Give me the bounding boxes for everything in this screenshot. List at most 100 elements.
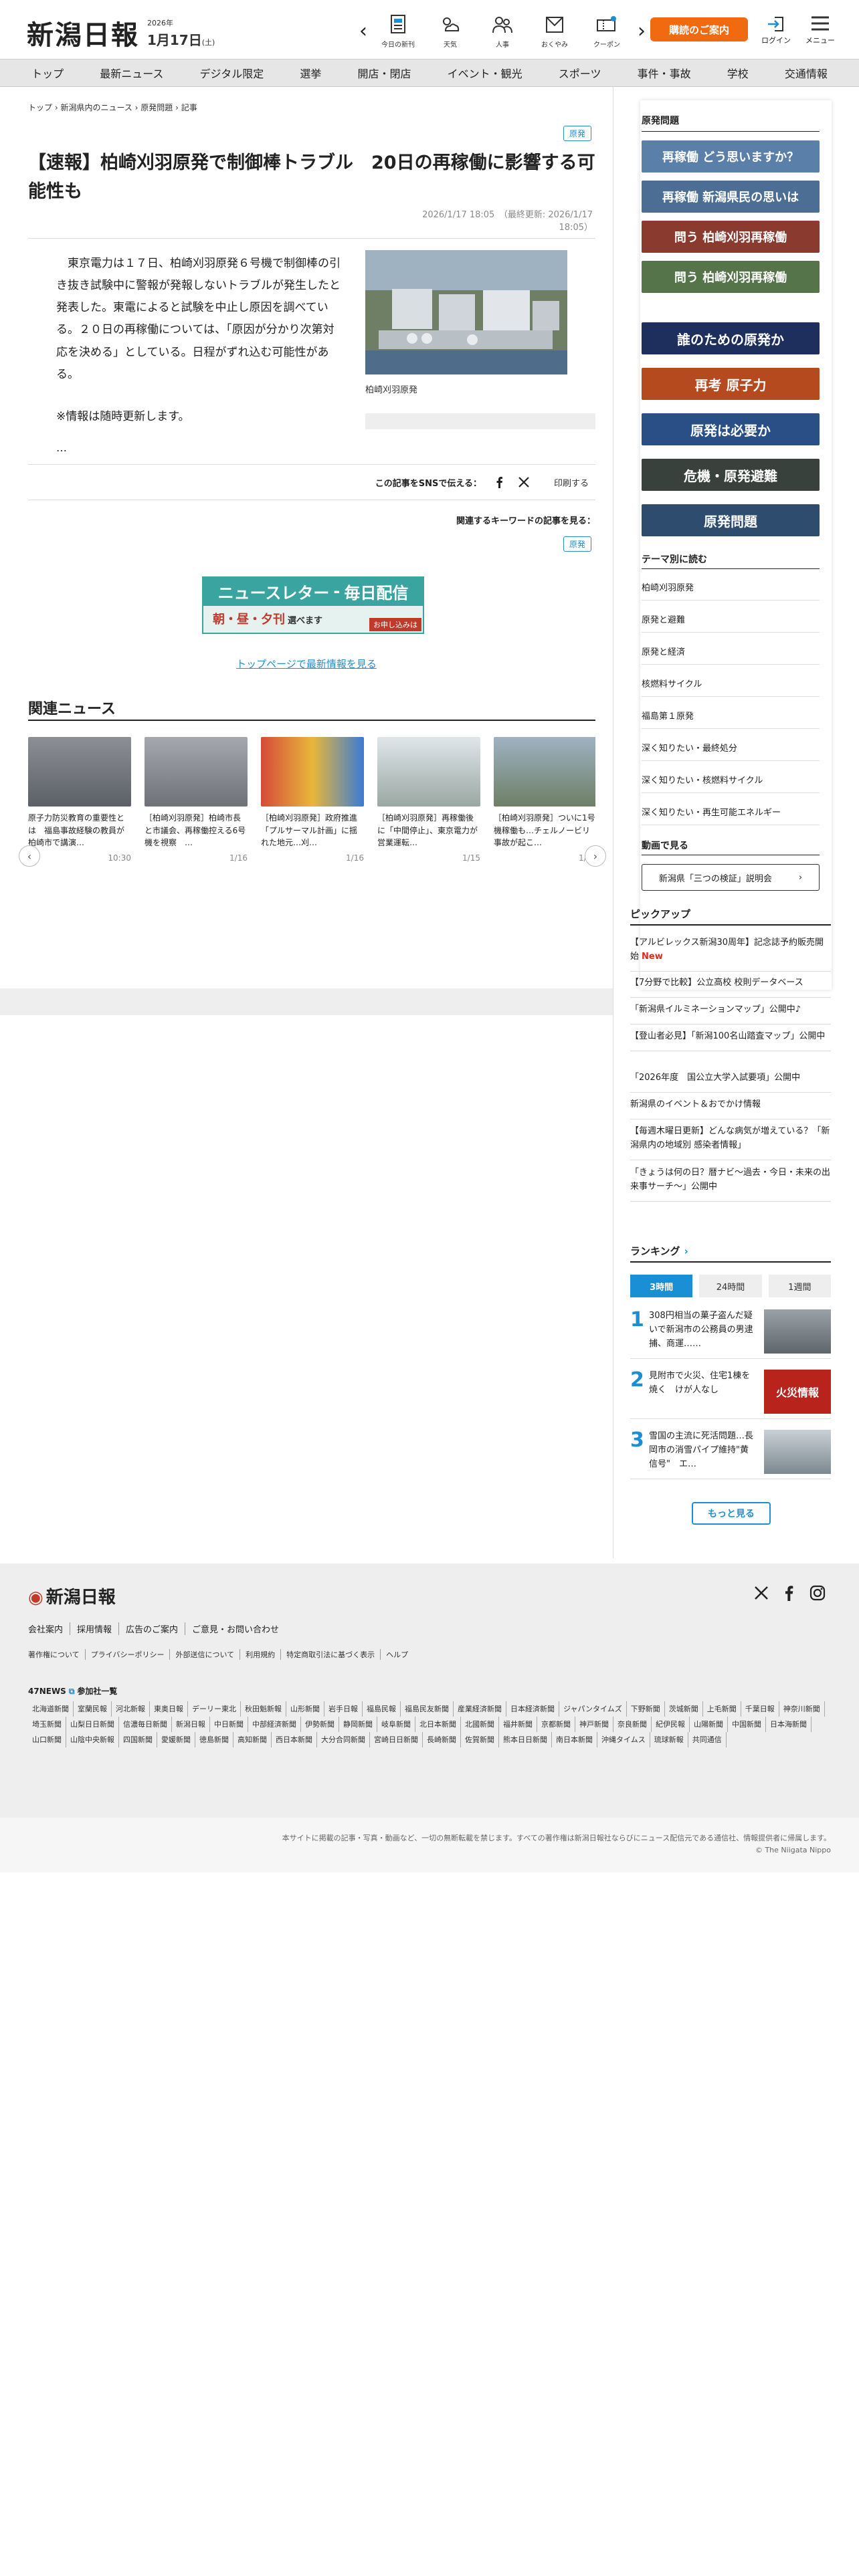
theme-item[interactable]: 核燃料サイクル: [642, 670, 820, 697]
article-photo[interactable]: [365, 250, 567, 374]
pickup-item[interactable]: 「きょうは何の日？暦ナビ～過去・今日・未来の出来事サーチ～」公開中: [630, 1160, 831, 1202]
theme-item[interactable]: 深く知りたい・再生可能エネルギー: [642, 798, 820, 825]
gnav-item-shops[interactable]: 開店・閉店: [357, 65, 411, 81]
footer-link[interactable]: プライバシーポリシー: [86, 1649, 171, 1660]
carousel-prev-button[interactable]: ‹: [19, 845, 40, 867]
gnav-item-incidents[interactable]: 事件・事故: [638, 65, 691, 81]
menu-button[interactable]: メニュー: [800, 13, 840, 45]
theme-item[interactable]: 原発と避難: [642, 606, 820, 633]
sidebar-banner[interactable]: 原発は必要か: [642, 413, 820, 445]
pickup-item[interactable]: 【毎週木曜日更新】どんな病気が増えている？「新潟県内の地域別 感染者情報」: [630, 1118, 831, 1160]
partner-paper-link[interactable]: 山陰中央新報: [66, 1732, 119, 1748]
partner-paper-link[interactable]: 新潟日報: [172, 1717, 210, 1733]
article-tag[interactable]: 原発: [563, 126, 592, 141]
partner-paper-link[interactable]: 京都新聞: [537, 1717, 575, 1733]
header-link-coupon[interactable]: クーポン: [581, 13, 633, 49]
footer-link[interactable]: 会社案内: [28, 1622, 71, 1635]
47news-link[interactable]: 47NEWS ⧉ 参加社一覧: [28, 1685, 117, 1697]
theme-item[interactable]: 柏崎刈羽原発: [642, 574, 820, 601]
login-button[interactable]: ログイン: [756, 13, 796, 45]
gnav-item-top[interactable]: トップ: [31, 65, 64, 81]
gnav-item-election[interactable]: 選挙: [300, 65, 321, 81]
theme-item[interactable]: 深く知りたい・最終処分: [642, 734, 820, 761]
partner-paper-link[interactable]: 中国新聞: [728, 1717, 766, 1733]
related-news-card[interactable]: ［柏崎刈羽原発］ついに1号機稼働も…チェルノービリ事故が起こ… 1/15: [494, 737, 595, 863]
top-page-link[interactable]: トップページで最新情報を見る: [0, 657, 613, 671]
footer-link[interactable]: 広告のご案内: [119, 1622, 186, 1635]
partner-paper-link[interactable]: 伊勢新聞: [301, 1717, 339, 1733]
partner-paper-link[interactable]: 沖縄タイムス: [597, 1732, 650, 1748]
gnav-item-school[interactable]: 学校: [727, 65, 749, 81]
partner-paper-link[interactable]: ジャパンタイムズ: [559, 1701, 627, 1717]
header-link-weather[interactable]: 天気: [424, 13, 476, 49]
partner-paper-link[interactable]: 日本海新聞: [766, 1717, 812, 1733]
sidebar-banner[interactable]: 誰のための原発か: [642, 322, 820, 354]
partner-paper-link[interactable]: 北國新聞: [461, 1717, 499, 1733]
partner-paper-link[interactable]: 静岡新聞: [339, 1717, 377, 1733]
x-icon[interactable]: [518, 476, 530, 488]
partner-paper-link[interactable]: 共同通信: [688, 1732, 727, 1748]
header-link-personnel[interactable]: 人事: [476, 13, 529, 49]
gnav-item-traffic[interactable]: 交通情報: [785, 65, 828, 81]
partner-paper-link[interactable]: 琉球新報: [650, 1732, 688, 1748]
partner-paper-link[interactable]: 四国新聞: [119, 1732, 157, 1748]
partner-paper-link[interactable]: 神戸新聞: [575, 1717, 613, 1733]
carousel-next-button[interactable]: ›: [585, 845, 606, 867]
footer-logo[interactable]: ◉ 新潟日報: [28, 1584, 116, 1608]
partner-paper-link[interactable]: 茨城新聞: [665, 1701, 703, 1717]
partner-paper-link[interactable]: 福島民友新聞: [401, 1701, 454, 1717]
partner-paper-link[interactable]: 南日本新聞: [552, 1732, 597, 1748]
partner-paper-link[interactable]: 上毛新聞: [703, 1701, 741, 1717]
partner-paper-link[interactable]: デーリー東北: [188, 1701, 241, 1717]
partner-paper-link[interactable]: 大分合同新聞: [317, 1732, 370, 1748]
newsletter-banner[interactable]: ニュースレター - 毎日配信 朝・昼・夕刊 選べます お申し込みは: [202, 576, 424, 634]
pickup-item[interactable]: 【7分野で比較】公立高校 校則データベース: [630, 970, 831, 998]
pickup-item[interactable]: 「新潟県イルミネーションマップ」公開中♪: [630, 996, 831, 1025]
partner-paper-link[interactable]: 埼玉新聞: [28, 1717, 66, 1733]
partner-paper-link[interactable]: 室蘭民報: [74, 1701, 112, 1717]
pickup-item[interactable]: 【アルビレックス新潟30周年】記念誌予約販売開始 New: [630, 930, 831, 972]
gnav-item-events[interactable]: イベント・観光: [448, 65, 522, 81]
chevron-left-icon[interactable]: ‹: [355, 19, 372, 43]
gnav-item-sports[interactable]: スポーツ: [559, 65, 601, 81]
sidebar-banner[interactable]: 再考 原子力: [642, 368, 820, 400]
tab-24hours[interactable]: 24時間: [699, 1275, 762, 1297]
related-news-card[interactable]: ［柏崎刈羽原発］柏崎市長と市議会、再稼働控える6号機を視察 … 1/16: [145, 737, 248, 863]
partner-paper-link[interactable]: 山口新聞: [28, 1732, 66, 1748]
ranking-item[interactable]: 3 雪国の主流に死活問題…長岡市の消雪パイプ維持"黄信号" エ…: [630, 1424, 831, 1479]
pickup-item[interactable]: 「2026年度 国公立大学入試要項」公開中: [630, 1065, 831, 1093]
partner-paper-link[interactable]: 高知新聞: [233, 1732, 272, 1748]
partner-paper-link[interactable]: 長崎新聞: [423, 1732, 461, 1748]
gnav-item-latest[interactable]: 最新ニュース: [100, 65, 163, 81]
subscribe-button[interactable]: 購読のご案内: [650, 17, 748, 41]
more-button[interactable]: もっと見る: [692, 1502, 771, 1525]
partner-paper-link[interactable]: 下野新聞: [627, 1701, 665, 1717]
partner-paper-link[interactable]: 中日新聞: [210, 1717, 248, 1733]
header-link-newspaper[interactable]: 今日の新刊: [372, 13, 424, 49]
partner-paper-link[interactable]: 千葉日報: [741, 1701, 779, 1717]
partner-paper-link[interactable]: 熊本日日新聞: [499, 1732, 552, 1748]
related-news-card[interactable]: ［柏崎刈羽原発］政府推進「プルサーマル計画」に揺れた地元…刈… 1/16: [261, 737, 364, 863]
pickup-item[interactable]: 新潟県のイベント＆おでかけ情報: [630, 1091, 831, 1119]
partner-paper-link[interactable]: 奈良新聞: [613, 1717, 652, 1733]
partner-paper-link[interactable]: 福島民報: [363, 1701, 401, 1717]
instagram-icon[interactable]: [809, 1585, 826, 1601]
header-link-condolence[interactable]: おくやみ: [529, 13, 581, 49]
sidebar-banner[interactable]: 再稼働 新潟県民の思いは: [642, 181, 820, 213]
ranking-item[interactable]: 1 308円相当の菓子盗んだ疑いで新潟市の公務員の男逮捕、商運……: [630, 1304, 831, 1359]
partner-paper-link[interactable]: 北海道新聞: [28, 1701, 74, 1717]
gnav-item-digital[interactable]: デジタル限定: [200, 65, 264, 81]
sidebar-banner[interactable]: 危機・原発避難: [642, 459, 820, 491]
partner-paper-link[interactable]: 産業経済新聞: [454, 1701, 506, 1717]
related-news-card[interactable]: ［柏崎刈羽原発］再稼働後に「中間停止」、東京電力が 営業運転… 1/15: [377, 737, 480, 863]
partner-paper-link[interactable]: 東奥日報: [150, 1701, 188, 1717]
breadcrumb-nuclear[interactable]: 原発問題: [140, 103, 173, 112]
partner-paper-link[interactable]: 紀伊民報: [652, 1717, 690, 1733]
partner-paper-link[interactable]: 信濃毎日新聞: [119, 1717, 172, 1733]
print-button[interactable]: 印刷する: [554, 476, 589, 489]
partner-paper-link[interactable]: 岐阜新聞: [377, 1717, 415, 1733]
partner-paper-link[interactable]: 神奈川新聞: [779, 1701, 825, 1717]
partner-paper-link[interactable]: 山形新聞: [286, 1701, 324, 1717]
sidebar-banner[interactable]: 原発問題: [642, 504, 820, 536]
partner-paper-link[interactable]: 福井新聞: [499, 1717, 537, 1733]
